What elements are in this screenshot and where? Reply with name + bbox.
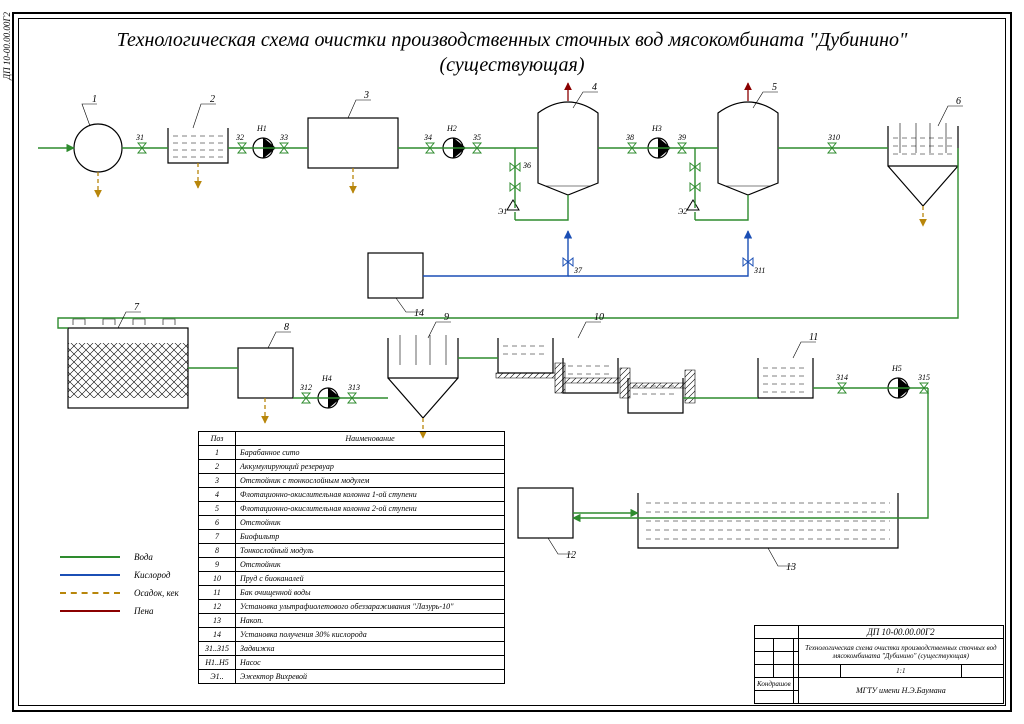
title-block: ДП 10-00.00.00Г2 Технологическая схема о… — [754, 625, 1004, 704]
svg-text:4: 4 — [592, 82, 597, 93]
svg-text:Н4: Н4 — [321, 374, 332, 383]
recirc — [515, 148, 748, 220]
svg-text:З14: З14 — [836, 373, 848, 382]
svg-text:З6: З6 — [523, 161, 531, 170]
to-uv — [573, 388, 928, 518]
svg-text:Э2: Э2 — [678, 207, 687, 216]
svg-text:З4: З4 — [424, 133, 432, 142]
eq-biofilter — [68, 319, 188, 408]
svg-text:Э1: Э1 — [498, 207, 507, 216]
svg-text:З12: З12 — [300, 383, 312, 392]
drawing-sheet: ДП 10-00.00.00Г2 Технологическая схема о… — [0, 0, 1024, 724]
svg-text:2: 2 — [210, 94, 215, 105]
svg-text:12: 12 — [566, 550, 576, 561]
svg-text:14: 14 — [414, 308, 424, 319]
svg-text:6: 6 — [956, 96, 961, 107]
water-row2 — [58, 148, 958, 398]
bom-table: ПозНаименование 1Барабанное сито2Аккумул… — [198, 431, 505, 684]
eq-settler-6 — [888, 123, 958, 206]
eq-flotation-col-1 — [538, 102, 598, 195]
svg-text:З10: З10 — [828, 133, 840, 142]
eq-thin-layer-settler — [308, 118, 398, 168]
valves — [138, 143, 928, 403]
eq-bio-pond — [496, 338, 695, 413]
legend: Вода Кислород Осадок, кек Пена — [60, 544, 179, 624]
svg-text:8: 8 — [284, 322, 289, 333]
svg-text:З9: З9 — [678, 133, 686, 142]
eq-accum-tank — [168, 128, 228, 163]
svg-text:1: 1 — [92, 94, 97, 105]
oxy-to-col5 — [568, 231, 748, 276]
svg-text:5: 5 — [772, 82, 777, 93]
eq-clean-water-tank — [758, 358, 813, 398]
svg-text:З8: З8 — [626, 133, 634, 142]
svg-text:З5: З5 — [473, 133, 481, 142]
eq-uv-disinfect — [518, 488, 573, 538]
ejectors — [507, 200, 699, 210]
svg-text:Н2: Н2 — [446, 124, 457, 133]
eq-drum-screen — [74, 124, 122, 172]
svg-text:З2: З2 — [236, 133, 244, 142]
svg-text:З11: З11 — [754, 266, 765, 275]
svg-text:З13: З13 — [348, 383, 360, 392]
svg-text:13: 13 — [786, 562, 796, 573]
svg-text:Н5: Н5 — [891, 364, 902, 373]
svg-text:9: 9 — [444, 312, 449, 323]
svg-text:Н3: Н3 — [651, 124, 662, 133]
eq-settler-9 — [388, 335, 458, 418]
eq-thin-module — [238, 348, 293, 398]
oxy-to-col4 — [423, 231, 568, 276]
svg-text:Н1: Н1 — [256, 124, 267, 133]
eq-oxygen-plant — [368, 253, 423, 298]
eq-storage — [638, 493, 898, 548]
svg-text:7: 7 — [134, 302, 140, 313]
svg-text:З7: З7 — [574, 266, 583, 275]
svg-text:11: 11 — [809, 332, 818, 343]
svg-text:10: 10 — [594, 312, 604, 323]
svg-text:3: 3 — [363, 90, 369, 101]
svg-text:З15: З15 — [918, 373, 930, 382]
eq-flotation-col-2 — [718, 102, 778, 195]
svg-text:З3: З3 — [280, 133, 288, 142]
svg-text:З1: З1 — [136, 133, 144, 142]
